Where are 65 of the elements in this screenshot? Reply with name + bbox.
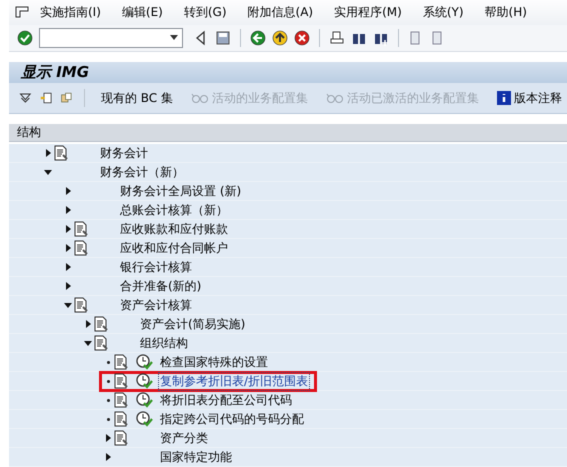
back-icon[interactable] bbox=[250, 30, 266, 46]
cancel-icon[interactable] bbox=[294, 30, 310, 46]
up-icon[interactable] bbox=[272, 30, 288, 46]
document-icon[interactable] bbox=[114, 392, 129, 408]
bullet-icon bbox=[106, 380, 110, 382]
tree-item[interactable]: 银行会计核算 bbox=[118, 258, 194, 276]
tree-item[interactable]: 资产会计核算 bbox=[118, 296, 194, 314]
collapsed-arrow-icon[interactable] bbox=[64, 263, 72, 271]
document-icon[interactable] bbox=[114, 411, 129, 427]
tree-item[interactable]: 财务会计（新） bbox=[98, 162, 186, 182]
info-icon bbox=[496, 91, 511, 106]
tree-item[interactable]: 资产分类 bbox=[158, 428, 210, 448]
collapsed-arrow-icon[interactable] bbox=[44, 149, 52, 157]
collapsed-arrow-icon[interactable] bbox=[64, 225, 72, 233]
document-icon[interactable] bbox=[74, 240, 89, 256]
clock-icon[interactable] bbox=[136, 411, 153, 427]
save-icon[interactable] bbox=[215, 30, 231, 46]
menu-item[interactable]: 编辑(E) bbox=[110, 4, 173, 21]
tree-item[interactable]: 合并准备(新的) bbox=[118, 276, 204, 296]
collapsed-arrow-icon[interactable] bbox=[64, 206, 72, 214]
collapsed-arrow-icon[interactable] bbox=[64, 282, 72, 290]
collapsed-arrow-icon[interactable] bbox=[104, 434, 112, 442]
bullet-icon bbox=[106, 360, 110, 364]
document-icon[interactable] bbox=[94, 316, 109, 332]
document-icon[interactable] bbox=[114, 354, 129, 370]
document-icon[interactable] bbox=[114, 430, 129, 446]
tree-item[interactable]: 复制参考折旧表/折旧范围表 bbox=[158, 372, 310, 390]
collapsed-arrow-icon[interactable] bbox=[64, 187, 72, 195]
collapsed-arrow-icon[interactable] bbox=[104, 453, 112, 461]
menu-item[interactable]: 转到(G) bbox=[172, 4, 237, 21]
screen-title: 显示 IMG bbox=[9, 62, 567, 84]
glasses-icon bbox=[190, 92, 209, 104]
document-icon[interactable] bbox=[94, 335, 109, 351]
tree-item[interactable]: 组织结构 bbox=[138, 334, 190, 352]
menu-item[interactable]: 系统(Y) bbox=[412, 4, 474, 21]
menu-item[interactable]: 实施指南(I) bbox=[29, 4, 111, 21]
expanded-arrow-icon[interactable] bbox=[44, 168, 52, 176]
collapsed-arrow-icon[interactable] bbox=[64, 244, 72, 252]
document-icon[interactable] bbox=[74, 221, 89, 237]
toolbar-button[interactable]: 现有的 BC 集 bbox=[96, 88, 178, 109]
command-field[interactable] bbox=[39, 28, 183, 48]
menu-item[interactable]: 附加信息(A) bbox=[236, 4, 324, 21]
document-icon[interactable] bbox=[74, 297, 89, 313]
menu-item[interactable]: 实用程序(M) bbox=[323, 4, 412, 21]
document-icon[interactable] bbox=[54, 145, 69, 161]
clock-icon[interactable] bbox=[136, 354, 153, 370]
bullet-icon bbox=[106, 398, 110, 402]
clock-icon[interactable] bbox=[136, 373, 153, 389]
expanded-arrow-icon[interactable] bbox=[64, 301, 72, 309]
expanded-arrow-icon[interactable] bbox=[84, 339, 92, 347]
collapsed-arrow-icon[interactable] bbox=[84, 320, 92, 328]
bullet-icon bbox=[106, 418, 110, 420]
column-header: 结构 bbox=[9, 124, 567, 142]
clock-icon[interactable] bbox=[136, 392, 153, 408]
toolbar-button[interactable]: 版本注释 bbox=[492, 88, 567, 109]
menu-icon[interactable] bbox=[15, 6, 29, 18]
tree-item[interactable]: 资产会计(简易实施) bbox=[138, 314, 248, 334]
print-icon[interactable] bbox=[329, 30, 345, 46]
menu-item[interactable]: 帮助(H) bbox=[474, 4, 537, 21]
document-icon[interactable] bbox=[114, 373, 129, 389]
tree-item[interactable]: 国家特定功能 bbox=[158, 448, 234, 466]
confirm-icon[interactable] bbox=[17, 30, 33, 46]
dropdown-arrow-icon[interactable] bbox=[170, 35, 178, 40]
tree-item[interactable]: 财务会计 bbox=[98, 144, 150, 162]
glasses-icon bbox=[326, 92, 344, 104]
